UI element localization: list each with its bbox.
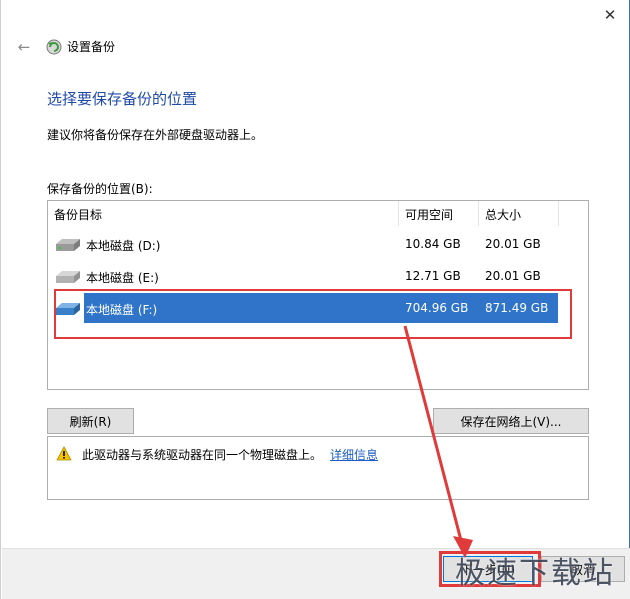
- drive-free-space: 704.96 GB: [405, 301, 469, 315]
- drive-total-size: 20.01 GB: [485, 237, 541, 251]
- details-link[interactable]: 详细信息: [330, 448, 378, 462]
- hard-drive-icon: [56, 303, 80, 315]
- save-on-network-button[interactable]: 保存在网络上(V)...: [433, 408, 589, 434]
- drive-name: 本地磁盘 (E:): [86, 271, 159, 285]
- table-row[interactable]: 本地磁盘 (D:) 10.84 GB 20.01 GB: [54, 229, 574, 259]
- drive-total-size: 871.49 GB: [485, 301, 549, 315]
- backup-app-icon: [46, 39, 62, 55]
- warning-icon: [56, 446, 72, 461]
- column-header-target[interactable]: 备份目标: [48, 201, 399, 226]
- drive-name: 本地磁盘 (D:): [86, 239, 161, 253]
- refresh-button[interactable]: 刷新(R): [47, 408, 134, 434]
- drive-name: 本地磁盘 (F:): [86, 303, 158, 317]
- dialog-footer: [2, 548, 630, 599]
- backup-location-label: 保存备份的位置(B):: [47, 182, 153, 196]
- column-header-free-space[interactable]: 可用空间: [399, 201, 479, 226]
- warning-message: 此驱动器与系统驱动器在同一个物理磁盘上。 详细信息: [82, 446, 378, 463]
- drive-free-space: 12.71 GB: [405, 269, 461, 283]
- drive-free-space: 10.84 GB: [405, 237, 461, 251]
- list-header: 备份目标 可用空间 总大小: [48, 201, 588, 226]
- backup-settings-window: ✕ ← 设置备份 选择要保存备份的位置 建议你将备份保存在外部硬盘驱动器上。 保…: [0, 0, 630, 599]
- warning-text: 此驱动器与系统驱动器在同一个物理磁盘上。: [82, 448, 323, 462]
- drive-total-size: 20.01 GB: [485, 269, 541, 283]
- back-arrow-icon: ←: [17, 38, 31, 56]
- warning-panel: 此驱动器与系统驱动器在同一个物理磁盘上。 详细信息: [47, 436, 589, 500]
- table-row[interactable]: 本地磁盘 (E:) 12.71 GB 20.01 GB: [54, 261, 574, 291]
- window-title: 设置备份: [67, 40, 116, 54]
- backup-location-list[interactable]: 备份目标 可用空间 总大小 本地磁盘 (D:) 10.84 GB 20.01 G…: [47, 200, 589, 390]
- close-icon: ✕: [603, 6, 617, 24]
- hard-drive-icon: [56, 271, 80, 283]
- page-title: 选择要保存备份的位置: [47, 90, 198, 108]
- column-header-total-size[interactable]: 总大小: [479, 201, 559, 226]
- close-button[interactable]: ✕: [593, 0, 627, 30]
- hard-drive-icon: [56, 239, 80, 251]
- next-button[interactable]: 下一步(N): [443, 556, 533, 582]
- cancel-button[interactable]: 取消: [541, 556, 625, 582]
- advice-text: 建议你将备份保存在外部硬盘驱动器上。: [47, 128, 264, 142]
- table-row-selected[interactable]: 本地磁盘 (F:) 704.96 GB 871.49 GB: [54, 293, 574, 323]
- back-button[interactable]: ←: [13, 36, 35, 58]
